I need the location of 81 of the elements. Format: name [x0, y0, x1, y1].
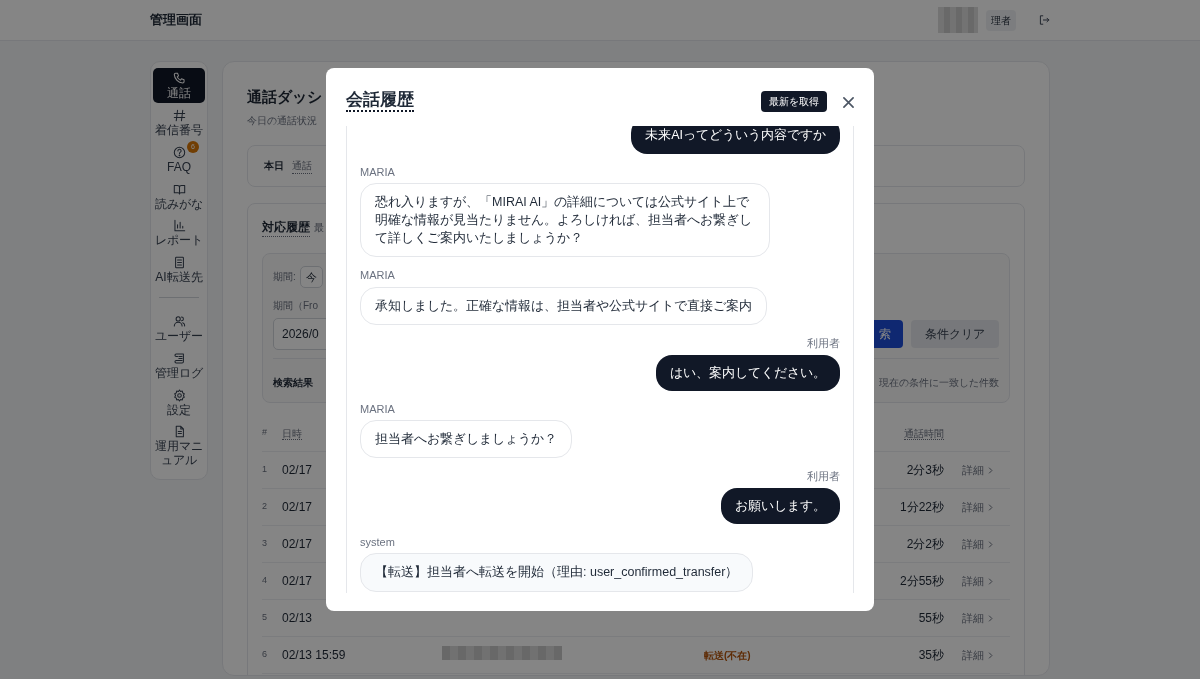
sender-label: MARIA [360, 268, 395, 284]
details-link[interactable]: 詳細 [961, 646, 994, 664]
details-link[interactable]: 詳細 [961, 609, 994, 627]
table-cell: 02/17 [282, 537, 313, 551]
table-cell: 2分3秒 [906, 463, 944, 477]
hash-icon [172, 109, 186, 122]
assistant-message-bubble: 担当者へお繋ぎしましょうか？ [360, 420, 572, 459]
scroll-icon [172, 351, 186, 365]
column-header[interactable]: 日時 [282, 427, 302, 440]
sidebar-item[interactable]: 着信番号 [153, 106, 205, 140]
assistant-message-bubble: 承知しました。正確な情報は、担当者や公式サイトで直接ご案内 [360, 286, 767, 325]
table-cell: 2分55秒 [899, 574, 944, 588]
chevron-icon [987, 652, 994, 660]
details-link[interactable]: 詳細 [961, 498, 994, 516]
column-header: # [262, 426, 268, 440]
user-message-bubble: お願いします。 [721, 487, 840, 524]
app-title: 管理画面 [150, 11, 202, 30]
dialog-title: 会話履歴 [346, 90, 414, 113]
system-message-bubble: 【転送】担当者へ転送を開始（理由: user_confirmed_transfer） [360, 553, 754, 592]
user-message-bubble: 未来AIってどういう内容ですか [631, 126, 840, 154]
page-subtitle: 今日の通話状況 [247, 113, 317, 128]
sidebar-item[interactable]: 読みがな [153, 179, 205, 214]
period-select[interactable]: 今 [299, 265, 323, 288]
section-label: 本日 [264, 159, 284, 173]
sender-label: 利用者 [807, 336, 840, 351]
assistant-message-bubble: 恐れ入りますが、「MIRAI AI」の詳細については公式サイト上で明確な情報が見当たりません。よろしければ、担当者へお繋ぎして詳しくご案内いたしましょうか？ [360, 183, 770, 258]
row-number: 3 [262, 537, 268, 551]
section-note: 最 [314, 220, 324, 235]
table-cell: 02/13 [282, 611, 313, 625]
chevron-icon [987, 467, 994, 475]
table-cell: 02/17 [282, 574, 313, 588]
refresh-button[interactable]: 最新を取得 [761, 90, 827, 112]
field-label: 期間: [273, 270, 296, 285]
details-link[interactable]: 詳細 [961, 535, 994, 553]
sidebar-item[interactable]: 運用マニュアル [153, 422, 205, 470]
sender-label: MARIA [360, 164, 395, 180]
column-header[interactable]: 通話時間 [904, 427, 944, 440]
table-cell: 02/17 [282, 463, 313, 477]
bar-chart-icon [172, 219, 186, 233]
sidebar-item[interactable]: レポート [153, 216, 205, 251]
chevron-icon [987, 504, 994, 512]
section-title: 対応履歴 [262, 217, 310, 237]
sender-label: 利用者 [807, 469, 840, 485]
table-cell: 02/13 15:59 [282, 648, 346, 662]
field-label: 期間（Fro [273, 300, 318, 311]
settings-icon [172, 388, 186, 402]
table-cell: 02/17 [282, 500, 313, 514]
sender-label: MARIA [360, 401, 395, 417]
details-link[interactable]: 詳細 [961, 461, 994, 479]
book-icon [172, 182, 186, 196]
row-number: 6 [262, 648, 268, 662]
table-cell: 1分22秒 [899, 500, 944, 514]
question-icon [172, 145, 186, 159]
row-number: 1 [262, 463, 268, 477]
details-link[interactable]: 詳細 [961, 572, 994, 590]
table-cell: 35秒 [918, 648, 944, 662]
result-label: 検索結果 [273, 376, 313, 390]
clear-button[interactable]: 条件クリア [911, 320, 999, 348]
row-number: 4 [262, 574, 268, 588]
users-icon [172, 315, 186, 328]
status-text: 転送(不在) [704, 649, 751, 661]
page-title: 通話ダッシ [247, 87, 322, 107]
sidebar-item[interactable]: AI転送先 [153, 253, 205, 287]
chevron-icon [987, 578, 994, 586]
sidebar-item[interactable]: 設定 [153, 385, 205, 420]
sidebar-item[interactable]: 管理ログ [153, 348, 205, 383]
sidebar-item[interactable]: 通話 [153, 68, 205, 103]
row-number: 2 [262, 500, 268, 514]
sender-label: system [360, 534, 395, 550]
tab[interactable]: 通話 [292, 157, 312, 174]
row-number: 5 [262, 611, 268, 625]
redacted-area [938, 7, 978, 33]
role-badge: 理者 [986, 9, 1016, 31]
chevron-icon [987, 615, 994, 623]
logout-icon[interactable] [1038, 14, 1050, 26]
phone-icon [172, 71, 186, 85]
table-cell: 2分2秒 [906, 537, 944, 551]
chevron-icon [987, 541, 994, 549]
user-message-bubble: はい、案内してください。 [656, 354, 840, 391]
table-cell: 55秒 [918, 611, 944, 625]
sidebar-item[interactable]: ユーザー [153, 312, 205, 346]
